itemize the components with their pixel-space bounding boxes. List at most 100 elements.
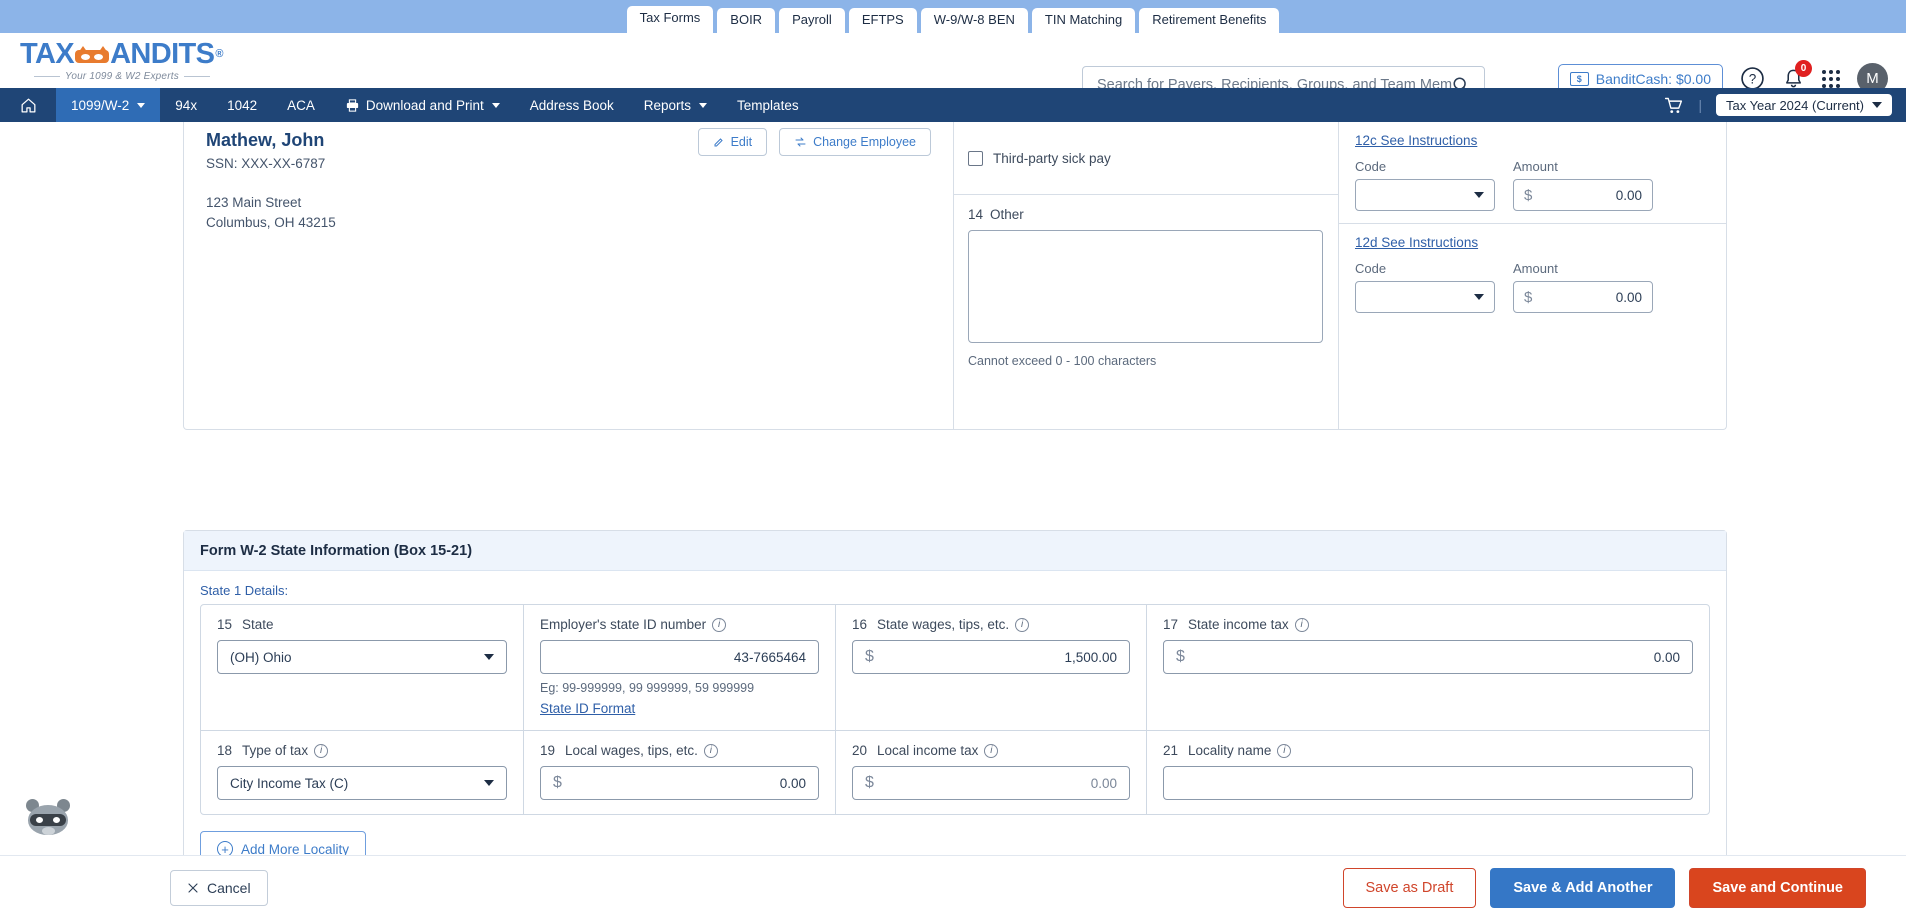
w2-upper-card: Mathew, John SSN: XXX-XX-6787 123 Main S… — [183, 122, 1727, 430]
nav-item-templates[interactable]: Templates — [722, 88, 814, 122]
nav-item-aca[interactable]: ACA — [272, 88, 330, 122]
box12c-code-field: Code — [1355, 159, 1495, 211]
currency-symbol: $ — [1524, 288, 1533, 306]
box17-label: 17 State income tax i — [1163, 617, 1693, 632]
box12c-instructions-link[interactable]: 12c See Instructions — [1355, 133, 1477, 148]
nav-label: 1042 — [227, 97, 258, 113]
tab-retirement-benefits[interactable]: Retirement Benefits — [1139, 8, 1280, 33]
info-icon[interactable]: i — [1015, 617, 1030, 632]
box12c-amount-input[interactable]: $ 0.00 — [1513, 179, 1653, 211]
tab-eftps[interactable]: EFTPS — [848, 8, 917, 33]
box15-number: 15 — [217, 617, 233, 632]
employee-address-line2: Columbus, OH 43215 — [206, 215, 336, 230]
banditcash-label: BanditCash: $0.00 — [1595, 70, 1711, 87]
box21-cell: 21 Locality name i — [1146, 731, 1709, 814]
box12d-group: 12d See Instructions Code Amount $ 0.00 — [1339, 224, 1726, 325]
state-id-format-link[interactable]: State ID Format — [540, 701, 635, 716]
nav-right-group: | Tax Year 2024 (Current) — [1663, 94, 1892, 116]
box14-other-textarea[interactable] — [968, 230, 1323, 343]
tab-payroll[interactable]: Payroll — [779, 8, 845, 33]
nav-item-1099-w2[interactable]: 1099/W-2 — [56, 88, 161, 122]
money-card-icon: $ — [1569, 71, 1589, 86]
chevron-down-icon — [1474, 294, 1484, 300]
box12d-code-select[interactable] — [1355, 281, 1495, 313]
nav-label: Address Book — [529, 97, 614, 113]
currency-symbol: $ — [865, 648, 874, 665]
box12c-amount-field: Amount $ 0.00 — [1513, 159, 1653, 211]
tab-boir[interactable]: BOIR — [717, 8, 776, 33]
employee-address-line1: 123 Main Street — [206, 195, 302, 210]
taxbandits-logo[interactable]: TAX ANDITS ® Your 1099 & W2 Experts — [20, 37, 230, 82]
nav-item-1042[interactable]: 1042 — [212, 88, 272, 122]
nav-item-reports[interactable]: Reports — [629, 88, 722, 122]
box12c-group: 12c See Instructions Code Amount $ 0.00 — [1339, 122, 1726, 224]
nav-item-download-and-print[interactable]: Download and Print — [330, 88, 515, 122]
info-icon[interactable]: i — [1294, 617, 1309, 632]
tab-w9-w8ben[interactable]: W-9/W-8 BEN — [920, 8, 1028, 33]
box12d-instructions-link[interactable]: 12d See Instructions — [1355, 235, 1478, 250]
edit-employee-button[interactable]: Edit — [697, 128, 768, 156]
box21-locality-name-input[interactable] — [1163, 766, 1693, 800]
box14-number: 14 — [968, 207, 984, 222]
employer-state-id-cell: Employer's state ID number i 43-7665464 … — [523, 605, 835, 730]
save-as-draft-button[interactable]: Save as Draft — [1342, 867, 1477, 908]
nav-item-94x[interactable]: 94x — [160, 88, 212, 122]
save-and-add-another-button[interactable]: Save & Add Another — [1490, 867, 1676, 908]
box12c-code-select[interactable] — [1355, 179, 1495, 211]
third-party-sick-pay-checkbox[interactable] — [968, 150, 983, 166]
employer-state-id-input[interactable]: 43-7665464 — [540, 640, 819, 674]
state-details-subtitle: State 1 Details: — [200, 583, 289, 598]
box12d-amount-input[interactable]: $ 0.00 — [1513, 281, 1653, 313]
svg-text:?: ? — [1749, 72, 1757, 87]
cancel-button[interactable]: Cancel — [170, 869, 268, 906]
tab-tin-matching[interactable]: TIN Matching — [1031, 8, 1136, 33]
save-and-continue-button[interactable]: Save and Continue — [1689, 867, 1866, 908]
notifications-button[interactable]: 0 — [1782, 59, 1812, 91]
box17-value: 0.00 — [1653, 649, 1680, 665]
nav-home-button[interactable] — [0, 88, 56, 122]
logo-text-tax: TAX — [20, 37, 75, 70]
box14-hint: Cannot exceed 0 - 100 characters — [968, 354, 1157, 368]
nav-label: 1099/W-2 — [71, 97, 130, 113]
notification-count-badge: 0 — [1795, 59, 1812, 77]
change-employee-button[interactable]: Change Employee — [779, 128, 931, 156]
home-icon[interactable] — [19, 96, 38, 115]
chat-assistant-raccoon-icon[interactable] — [22, 797, 74, 839]
nav-item-address-book[interactable]: Address Book — [515, 88, 629, 122]
bandit-mask-icon — [75, 45, 110, 63]
employee-ssn: SSN: XXX-XX-6787 — [206, 156, 326, 171]
tab-tax-forms[interactable]: Tax Forms — [626, 6, 714, 33]
box18-type-of-tax-select[interactable]: City Income Tax (C) — [217, 766, 507, 800]
info-icon[interactable]: i — [712, 617, 727, 632]
box20-input[interactable]: $ 0.00 — [852, 766, 1130, 800]
box16-input[interactable]: $ 1,500.00 — [852, 640, 1130, 674]
box17-cell: 17 State income tax i $ 0.00 — [1146, 605, 1709, 730]
tax-year-selector[interactable]: Tax Year 2024 (Current) — [1715, 94, 1892, 116]
box19-input[interactable]: $ 0.00 — [540, 766, 819, 800]
box18-label: 18 Type of tax i — [217, 743, 507, 758]
box15-state-select[interactable]: (OH) Ohio — [217, 640, 507, 674]
box21-title: Locality name — [1188, 743, 1272, 758]
swap-icon — [795, 137, 806, 147]
info-icon[interactable]: i — [703, 743, 718, 758]
nav-separator: | — [1698, 97, 1702, 113]
box16-value: 1,500.00 — [1064, 649, 1117, 665]
shopping-cart-icon[interactable] — [1663, 95, 1684, 116]
logo-tagline-text: Your 1099 & W2 Experts — [65, 70, 179, 82]
nav-label: Templates — [737, 97, 799, 113]
employer-state-id-label: Employer's state ID number i — [540, 617, 819, 632]
apps-menu-button[interactable] — [1822, 69, 1840, 88]
info-icon[interactable]: i — [1277, 743, 1292, 758]
box12c-amount-value: 0.00 — [1615, 187, 1642, 203]
box17-input[interactable]: $ 0.00 — [1163, 640, 1693, 674]
nav-label: ACA — [287, 97, 315, 113]
info-icon[interactable]: i — [984, 743, 999, 758]
app-header: TAX ANDITS ® Your 1099 & W2 Experts $ Ba… — [0, 33, 1906, 104]
box14-label: 14 Other — [968, 207, 1324, 222]
info-icon[interactable]: i — [314, 743, 329, 758]
edit-label: Edit — [730, 135, 753, 149]
box20-number: 20 — [852, 743, 868, 758]
third-party-sick-pay-row[interactable]: Third-party sick pay — [954, 122, 1338, 195]
box15-state-value: (OH) Ohio — [230, 649, 292, 665]
state-row-18-21: 18 Type of tax i City Income Tax (C) 19 … — [201, 730, 1709, 814]
